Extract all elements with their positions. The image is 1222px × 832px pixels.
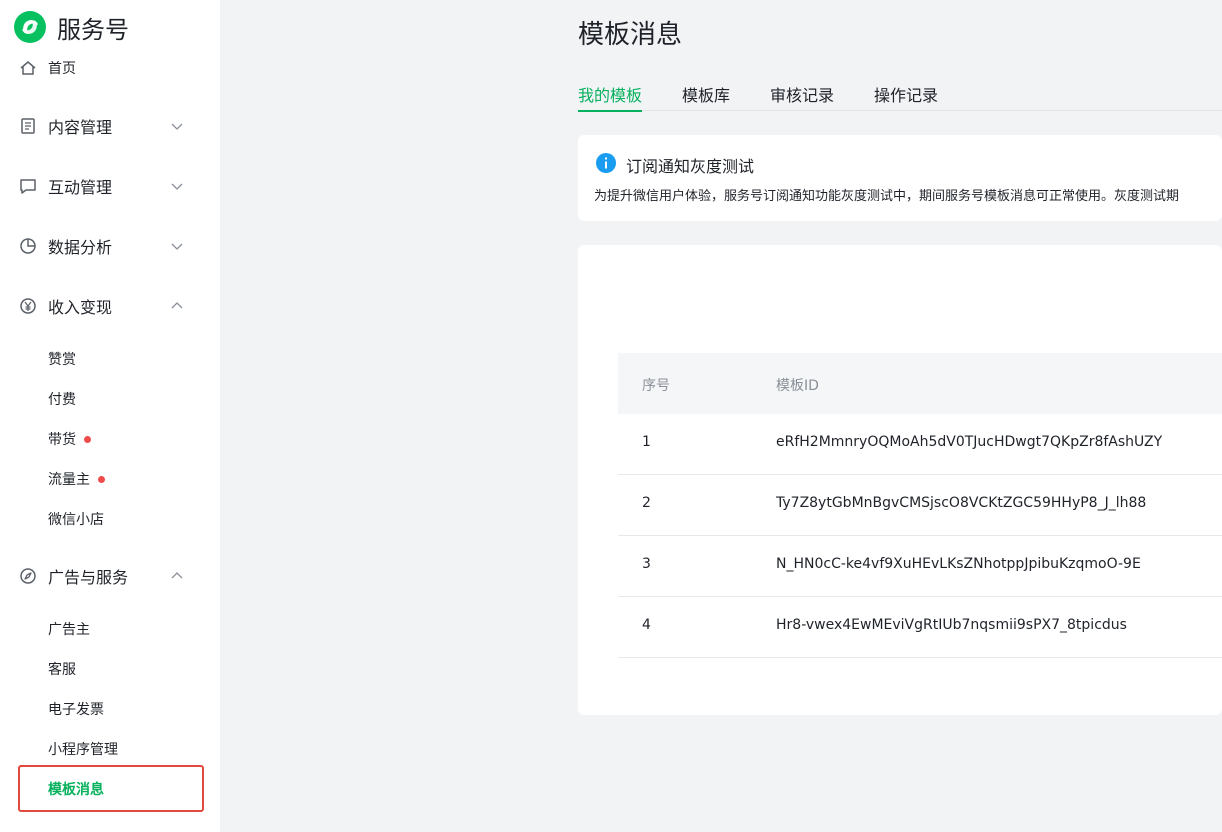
sidebar-group-label: 数据分析 [48,238,113,257]
pie-chart-icon [20,238,36,254]
tab-bar: 我的模板 模板库 审核记录 操作记录 [578,80,1222,112]
sidebar-item-label: 流量主 [48,472,90,488]
sidebar-item-label: 首页 [48,61,76,77]
sidebar-group-analytics[interactable]: 数据分析 [18,234,198,258]
chevron-down-icon [171,183,183,190]
sidebar-group-ads-services[interactable]: 广告与服务 [18,564,198,588]
table-row: 2 Ty7Z8ytGbMnBgvCMSjscO8VCKtZGC59HHyP8_J… [618,475,1222,536]
sidebar: 服务号 首页 内容管理 互动管理 数据分析 收入变现 赞赏 付费 带货 流量主 … [0,0,220,832]
template-table: 序号 模板ID 1 eRfH2MmnryOQMoAh5dV0TJucHDwgt7… [578,245,1222,715]
sidebar-item-mini-program[interactable]: 小程序管理 [48,739,118,759]
template-id: Ty7Z8ytGbMnBgvCMSjscO8VCKtZGC59HHyP8_J_l… [776,495,1147,511]
notice-body: 为提升微信用户体验，服务号订阅通知功能灰度测试中，期间服务号模板消息可正常使用。… [594,189,1180,204]
row-index: 1 [642,434,651,450]
sidebar-item-advertiser[interactable]: 广告主 [48,619,90,639]
yen-icon [20,298,36,314]
sidebar-item-commerce[interactable]: 带货 [48,429,91,449]
row-index: 2 [642,495,651,511]
tab-template-library[interactable]: 模板库 [682,82,730,110]
sidebar-item-label: 广告主 [48,622,90,638]
tab-review-records[interactable]: 审核记录 [770,82,834,110]
column-header-template-id: 模板ID [776,378,819,394]
row-index: 4 [642,617,651,633]
sidebar-group-label: 互动管理 [48,178,113,197]
tab-my-templates[interactable]: 我的模板 [578,82,643,112]
sidebar-item-label: 微信小店 [48,512,104,528]
notification-dot [98,475,105,483]
sidebar-item-label: 赞赏 [48,352,76,368]
table-row: 1 eRfH2MmnryOQMoAh5dV0TJucHDwgt7QKpZr8fA… [618,414,1222,475]
chevron-down-icon [171,243,183,250]
notice-banner: 订阅通知灰度测试 为提升微信用户体验，服务号订阅通知功能灰度测试中，期间服务号模… [578,135,1222,221]
notice-title: 订阅通知灰度测试 [626,157,755,176]
page-title: 模板消息 [578,20,683,50]
sidebar-item-home[interactable]: 首页 [18,56,76,80]
chevron-up-icon [171,572,183,579]
sidebar-item-label: 模板消息 [48,782,104,798]
sidebar-item-wechat-shop[interactable]: 微信小店 [48,509,104,529]
tab-operation-records[interactable]: 操作记录 [874,82,938,110]
sidebar-item-label: 带货 [48,432,76,448]
chevron-up-icon [171,302,183,309]
template-id: N_HN0cC-ke4vf9XuHEvLKsZNhotppJpibuKzqmoO… [776,556,1141,572]
sidebar-group-label: 广告与服务 [48,568,129,587]
template-id: Hr8-vwex4EwMEviVgRtIUb7nqsmii9sPX7_8tpic… [776,617,1127,633]
sidebar-item-template-message[interactable]: 模板消息 [48,779,104,799]
chat-icon [20,179,36,194]
sidebar-item-customer-service[interactable]: 客服 [48,659,76,679]
compass-icon [20,568,36,584]
table-header: 序号 模板ID [618,353,1222,414]
info-icon [596,153,616,173]
sidebar-item-traffic-owner[interactable]: 流量主 [48,469,105,489]
home-icon [20,61,36,75]
row-index: 3 [642,556,651,572]
sidebar-item-reward[interactable]: 赞赏 [48,349,76,369]
main-content: 模板消息 我的模板 模板库 审核记录 操作记录 订阅通知灰度测试 为提升微信用户… [220,0,1222,832]
sidebar-group-label: 内容管理 [48,118,113,137]
sidebar-group-label: 收入变现 [48,298,113,317]
sidebar-group-content[interactable]: 内容管理 [18,114,198,138]
table-row: 3 N_HN0cC-ke4vf9XuHEvLKsZNhotppJpibuKzqm… [618,536,1222,597]
notification-dot [84,435,91,443]
sidebar-group-monetization[interactable]: 收入变现 [18,294,198,318]
sidebar-item-e-invoice[interactable]: 电子发票 [48,699,104,719]
chevron-down-icon [171,123,183,130]
wechat-service-logo-icon [14,11,46,43]
table-row: 4 Hr8-vwex4EwMEviVgRtIUb7nqsmii9sPX7_8tp… [618,597,1222,658]
highlight-box [18,765,204,812]
brand-title: 服务号 [57,15,129,44]
document-icon [21,118,35,134]
sidebar-item-label: 客服 [48,662,76,678]
sidebar-item-label: 小程序管理 [48,742,118,758]
column-header-index: 序号 [642,378,670,394]
sidebar-item-paid[interactable]: 付费 [48,389,76,409]
sidebar-item-label: 电子发票 [48,702,104,718]
brand[interactable]: 服务号 [13,9,129,45]
sidebar-group-interaction[interactable]: 互动管理 [18,174,198,198]
template-id: eRfH2MmnryOQMoAh5dV0TJucHDwgt7QKpZr8fAsh… [776,434,1163,450]
sidebar-item-label: 付费 [48,392,76,408]
